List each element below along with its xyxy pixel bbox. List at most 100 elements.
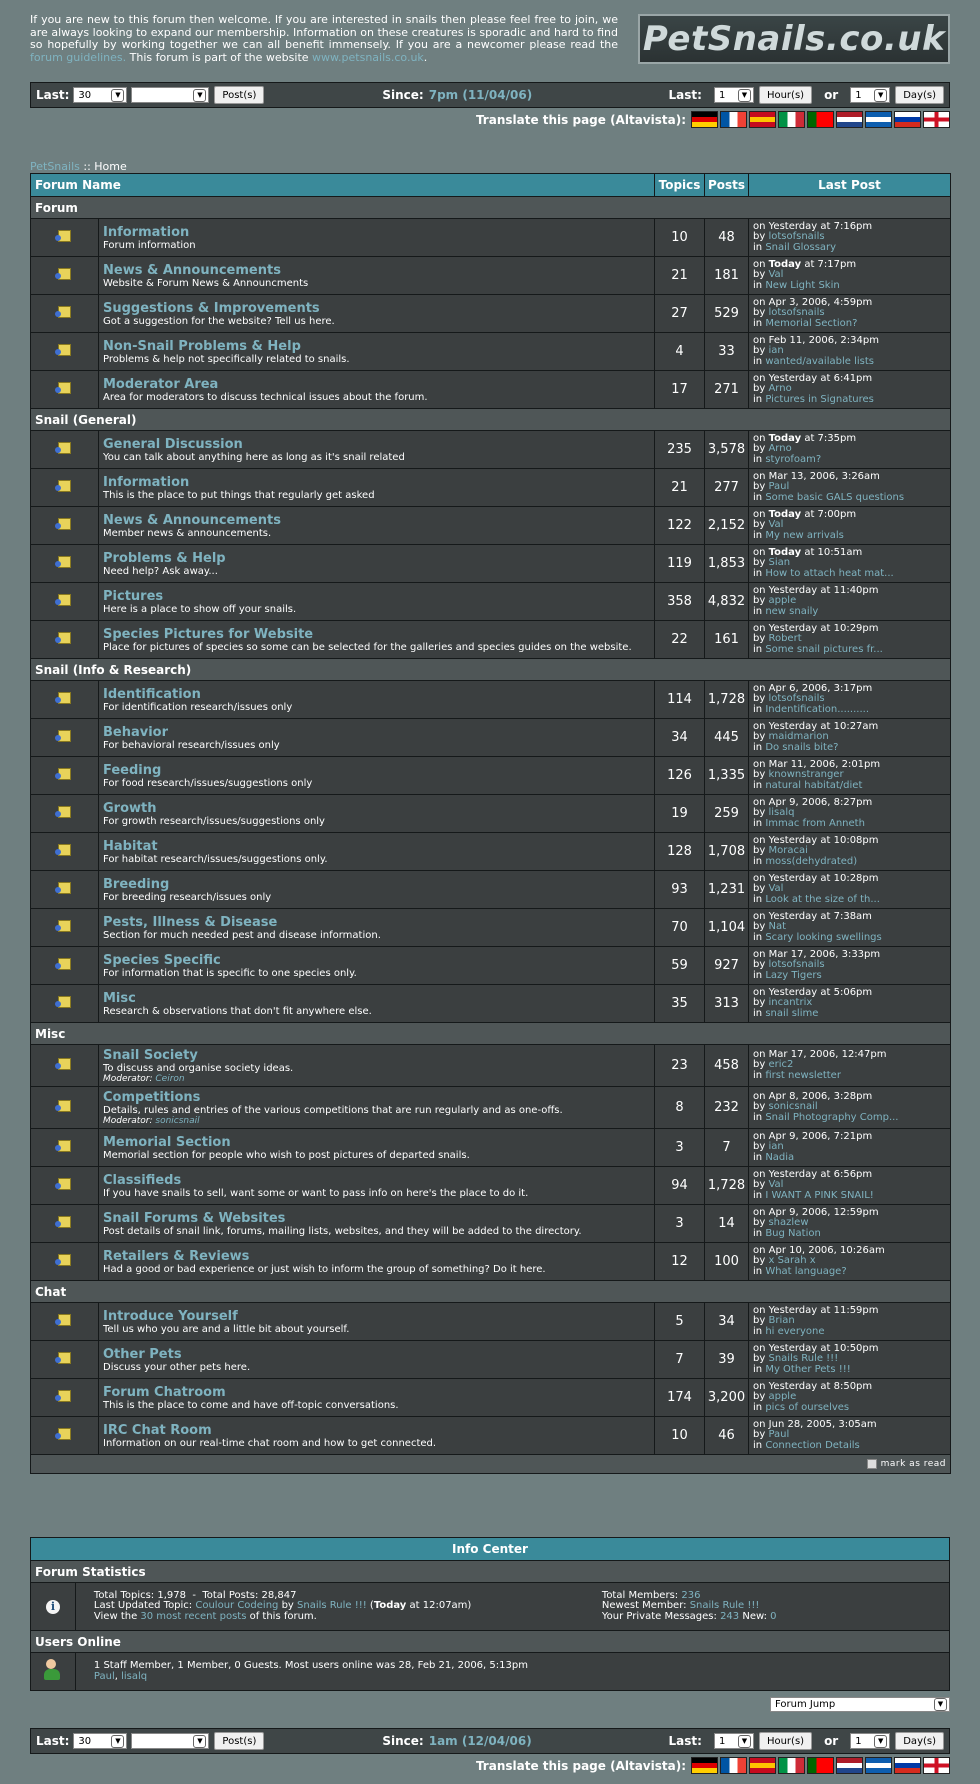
dutch-flag-icon[interactable]	[836, 111, 863, 128]
forum-name-link[interactable]: Behavior	[99, 725, 654, 740]
members-link[interactable]: 236	[681, 1590, 700, 1601]
english-flag-icon[interactable]	[923, 1757, 950, 1774]
forum-name-link[interactable]: Species Pictures for Website	[99, 627, 654, 642]
forum-name-link[interactable]: Suggestions & Improvements	[99, 301, 654, 316]
last-post-topic-link[interactable]: moss(dehydrated)	[765, 856, 857, 867]
last-post-author-link[interactable]: Val	[768, 519, 783, 531]
last-post-topic-link[interactable]: Some basic GALS questions	[765, 492, 904, 503]
russian-flag-icon[interactable]	[894, 1757, 921, 1774]
last-post-topic-link[interactable]: Memorial Section?	[765, 318, 857, 329]
mark-as-read-button[interactable]: mark as read	[866, 1458, 946, 1469]
portuguese-flag-icon[interactable]	[807, 111, 834, 128]
last-post-author-link[interactable]: lotsofsnails	[768, 231, 824, 243]
last-post-author-link[interactable]: Robert	[768, 633, 801, 645]
forum-name-link[interactable]: Classifieds	[99, 1173, 654, 1188]
newest-member-link[interactable]: Snails Rule !!!	[690, 1600, 760, 1612]
private-messages-link[interactable]: 243	[720, 1611, 739, 1622]
posts-button[interactable]: Post(s)	[214, 1732, 265, 1750]
last-post-topic-link[interactable]: New Light Skin	[765, 280, 839, 291]
forum-name-link[interactable]: Non-Snail Problems & Help	[99, 339, 654, 354]
website-link[interactable]: www.petsnails.co.uk	[312, 51, 424, 64]
last-post-topic-link[interactable]: Look at the size of th...	[765, 894, 880, 905]
forum-jump-select[interactable]: Forum Jump ▼	[770, 1697, 950, 1712]
last-updated-user-link[interactable]: Snails Rule !!!	[297, 1600, 367, 1612]
forum-name-link[interactable]: Problems & Help	[99, 551, 654, 566]
forum-name-link[interactable]: Breeding	[99, 877, 654, 892]
last-post-author-link[interactable]: ian	[768, 345, 783, 357]
last-post-topic-link[interactable]: wanted/available lists	[765, 356, 874, 367]
since-link[interactable]: 7pm (11/04/06)	[429, 88, 532, 102]
last-post-topic-link[interactable]: Immac from Anneth	[765, 818, 865, 829]
posts-button[interactable]: Post(s)	[214, 86, 265, 104]
last-post-topic-link[interactable]: Lazy Tigers	[765, 970, 821, 981]
category-title[interactable]: Snail (Info & Research)	[29, 658, 952, 681]
forum-name-link[interactable]: News & Announcements	[99, 263, 654, 278]
last-post-author-link[interactable]: knownstranger	[768, 769, 843, 781]
forum-name-link[interactable]: Snail Forums & Websites	[99, 1211, 654, 1226]
french-flag-icon[interactable]	[720, 1757, 747, 1774]
hours-button[interactable]: Hour(s)	[758, 1732, 813, 1750]
russian-flag-icon[interactable]	[894, 111, 921, 128]
forum-guidelines-link[interactable]: forum guidelines.	[30, 51, 126, 64]
forum-name-link[interactable]: Pests, Illness & Disease	[99, 915, 654, 930]
italian-flag-icon[interactable]	[778, 1757, 805, 1774]
last-post-author-link[interactable]: sonicsnail	[768, 1101, 817, 1113]
last-post-author-link[interactable]: Snails Rule !!!	[768, 1353, 838, 1365]
last-post-author-link[interactable]: Arno	[768, 443, 791, 455]
moderator-link[interactable]: sonicsnail	[155, 1116, 199, 1126]
last-post-author-link[interactable]: eric2	[768, 1059, 793, 1071]
forum-name-link[interactable]: Habitat	[99, 839, 654, 854]
last-post-author-link[interactable]: maidmarion	[768, 731, 828, 743]
last-post-author-link[interactable]: incantrix	[768, 997, 812, 1009]
hours-button[interactable]: Hour(s)	[758, 86, 813, 104]
last-post-topic-link[interactable]: snail slime	[765, 1008, 818, 1019]
last-post-author-link[interactable]: Val	[768, 269, 783, 281]
last-post-topic-link[interactable]: Indentification..........	[765, 704, 869, 715]
last-post-author-link[interactable]: lisalq	[768, 807, 794, 819]
forum-name-link[interactable]: Forum Chatroom	[99, 1385, 654, 1400]
forum-name-link[interactable]: Growth	[99, 801, 654, 816]
last-post-topic-link[interactable]: styrofoam?	[765, 454, 821, 465]
last-post-topic-link[interactable]: Pictures in Signatures	[765, 394, 874, 405]
category-title[interactable]: Forum	[29, 196, 952, 219]
last-post-author-link[interactable]: lotsofsnails	[768, 307, 824, 319]
days-button[interactable]: Day(s)	[895, 86, 944, 104]
hours-select[interactable]: 1 ▼	[713, 87, 754, 103]
german-flag-icon[interactable]	[691, 1757, 718, 1774]
last-post-author-link[interactable]: Arno	[768, 383, 791, 395]
last-post-topic-link[interactable]: How to attach heat mat...	[765, 568, 893, 579]
since-link[interactable]: 1am (12/04/06)	[429, 1734, 532, 1748]
last-post-author-link[interactable]: shazlew	[768, 1217, 808, 1229]
last-post-topic-link[interactable]: Bug Nation	[765, 1228, 821, 1239]
last-post-author-link[interactable]: x Sarah x	[768, 1255, 815, 1267]
hours-select[interactable]: 1 ▼	[713, 1733, 754, 1749]
last-post-topic-link[interactable]: Nadia	[765, 1152, 794, 1163]
days-select[interactable]: 1 ▼	[850, 1733, 891, 1749]
last-post-topic-link[interactable]: Do snails bite?	[765, 742, 838, 753]
italian-flag-icon[interactable]	[778, 111, 805, 128]
last-post-author-link[interactable]: Nat	[768, 921, 786, 933]
last-post-author-link[interactable]: Paul	[768, 1429, 789, 1441]
spanish-flag-icon[interactable]	[749, 111, 776, 128]
last-post-author-link[interactable]: Val	[768, 1179, 783, 1191]
forum-name-link[interactable]: IRC Chat Room	[99, 1423, 654, 1438]
spanish-flag-icon[interactable]	[749, 1757, 776, 1774]
period-select[interactable]: ▼	[131, 87, 210, 103]
last-post-author-link[interactable]: apple	[768, 595, 796, 607]
category-title[interactable]: Snail (General)	[29, 408, 952, 431]
days-button[interactable]: Day(s)	[895, 1732, 944, 1750]
last-post-topic-link[interactable]: My new arrivals	[765, 530, 844, 541]
last-post-topic-link[interactable]: Scary looking swellings	[765, 932, 881, 943]
site-logo[interactable]: PetSnails.co.uk	[638, 14, 950, 64]
last-post-author-link[interactable]: apple	[768, 1391, 796, 1403]
forum-name-link[interactable]: Snail Society	[99, 1048, 654, 1063]
last-post-author-link[interactable]: lotsofsnails	[768, 959, 824, 971]
forum-name-link[interactable]: News & Announcements	[99, 513, 654, 528]
period-select[interactable]: ▼	[131, 1733, 210, 1749]
days-select[interactable]: 1 ▼	[850, 87, 891, 103]
last-post-topic-link[interactable]: What language?	[765, 1266, 846, 1277]
last-post-author-link[interactable]: Brian	[768, 1315, 794, 1327]
moderator-link[interactable]: Ceiron	[155, 1074, 184, 1084]
last-post-topic-link[interactable]: My Other Pets !!!	[765, 1364, 850, 1375]
forum-name-link[interactable]: Information	[99, 225, 654, 240]
